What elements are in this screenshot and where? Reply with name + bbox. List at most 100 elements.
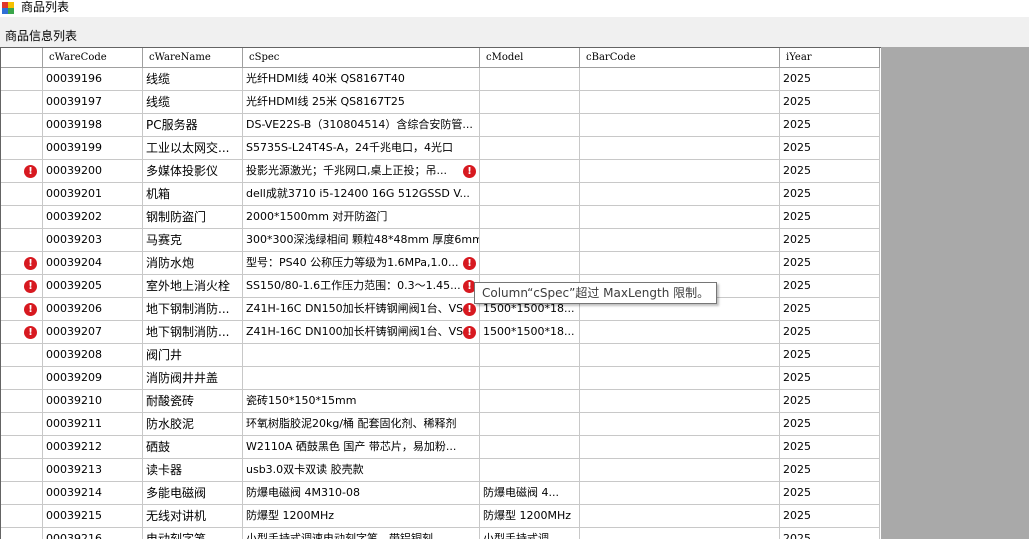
cell-cwarecode[interactable]: 00039196 — [43, 68, 143, 91]
table-row[interactable]: 00039210 耐酸瓷砖 瓷砖150*150*15mm 2025 — [1, 390, 881, 413]
row-header[interactable] — [1, 413, 43, 436]
cell-cspec[interactable]: 瓷砖150*150*15mm — [243, 390, 480, 413]
table-row[interactable]: 00039199 工业以太网交... S5735S-L24T4S-A，24千兆电口，… — [1, 137, 881, 160]
table-row[interactable]: 00039196 线缆 光纤HDMI线 40米 QS8167T40 2025 — [1, 68, 881, 91]
table-row[interactable]: 00039202 钢制防盗门 2000*1500mm 对开防盗门 2025 — [1, 206, 881, 229]
row-header-corner[interactable] — [1, 48, 43, 68]
cell-cspec[interactable]: SS150/80-1.6工作压力范围：0.3～1.45...! — [243, 275, 480, 298]
cell-error-icon[interactable]: ! — [463, 303, 476, 316]
cell-cwarecode[interactable]: 00039207 — [43, 321, 143, 344]
cell-cwarecode[interactable]: 00039203 — [43, 229, 143, 252]
cell-cmodel[interactable] — [480, 183, 580, 206]
cell-cwarecode[interactable]: 00039204 — [43, 252, 143, 275]
cell-cspec[interactable]: usb3.0双卡双读 胶壳款 — [243, 459, 480, 482]
cell-cbarcode[interactable] — [580, 183, 780, 206]
table-row[interactable]: ! 00039204 消防水炮 型号：PS40 公称压力等级为1.6MPa,1.0..… — [1, 252, 881, 275]
cell-cmodel[interactable] — [480, 68, 580, 91]
cell-cmodel[interactable]: 小型手持式调... — [480, 528, 580, 539]
cell-cwarename[interactable]: 多能电磁阀 — [143, 482, 243, 505]
cell-cwarecode[interactable]: 00039208 — [43, 344, 143, 367]
cell-iyear[interactable]: 2025 — [780, 298, 880, 321]
row-header[interactable] — [1, 528, 43, 539]
cell-cwarename[interactable]: 消防阀井井盖 — [143, 367, 243, 390]
cell-cbarcode[interactable] — [580, 436, 780, 459]
cell-cbarcode[interactable] — [580, 91, 780, 114]
row-error-icon[interactable]: ! — [24, 165, 37, 178]
cell-cwarecode[interactable]: 00039212 — [43, 436, 143, 459]
table-row[interactable]: ! 00039206 地下钢制消防... Z41H-16C DN150加长杆铸钢闸阀1… — [1, 298, 881, 321]
row-error-icon[interactable]: ! — [24, 257, 37, 270]
cell-cspec[interactable]: 小型手持式调速电动刻字笔，带铝铜刻... — [243, 528, 480, 539]
cell-cspec[interactable]: 环氧树脂胶泥20kg/桶 配套固化剂、稀释剂 — [243, 413, 480, 436]
table-row[interactable]: 00039211 防水胶泥 环氧树脂胶泥20kg/桶 配套固化剂、稀释剂 2025 — [1, 413, 881, 436]
cell-iyear[interactable]: 2025 — [780, 436, 880, 459]
row-header[interactable]: ! — [1, 252, 43, 275]
row-header[interactable] — [1, 505, 43, 528]
cell-iyear[interactable]: 2025 — [780, 114, 880, 137]
cell-cwarename[interactable]: 马赛克 — [143, 229, 243, 252]
row-header[interactable] — [1, 91, 43, 114]
table-row[interactable]: 00039208 阀门井 2025 — [1, 344, 881, 367]
cell-cbarcode[interactable] — [580, 459, 780, 482]
cell-cwarename[interactable]: 工业以太网交... — [143, 137, 243, 160]
cell-cbarcode[interactable] — [580, 114, 780, 137]
cell-iyear[interactable]: 2025 — [780, 206, 880, 229]
cell-cspec[interactable]: W2110A 硒鼓黑色 国产 带芯片，易加粉... — [243, 436, 480, 459]
cell-cwarename[interactable]: 耐酸瓷砖 — [143, 390, 243, 413]
column-header-iyear[interactable]: iYear — [780, 48, 880, 68]
cell-cbarcode[interactable] — [580, 390, 780, 413]
cell-cbarcode[interactable] — [580, 505, 780, 528]
cell-iyear[interactable]: 2025 — [780, 505, 880, 528]
row-header[interactable] — [1, 344, 43, 367]
table-row[interactable]: 00039213 读卡器 usb3.0双卡双读 胶壳款 2025 — [1, 459, 881, 482]
cell-cwarename[interactable]: 读卡器 — [143, 459, 243, 482]
table-row[interactable]: ! 00039205 室外地上消火栓 SS150/80-1.6工作压力范围：0.3～1… — [1, 275, 881, 298]
cell-cbarcode[interactable] — [580, 321, 780, 344]
cell-cbarcode[interactable] — [580, 528, 780, 539]
cell-cwarecode[interactable]: 00039216 — [43, 528, 143, 539]
table-row[interactable]: 00039212 硒鼓 W2110A 硒鼓黑色 国产 带芯片，易加粉... 2025 — [1, 436, 881, 459]
cell-cbarcode[interactable] — [580, 252, 780, 275]
cell-cwarecode[interactable]: 00039198 — [43, 114, 143, 137]
row-header[interactable]: ! — [1, 298, 43, 321]
cell-cspec[interactable]: 型号：PS40 公称压力等级为1.6MPa,1.0...! — [243, 252, 480, 275]
column-header-cbarcode[interactable]: cBarCode — [580, 48, 780, 68]
cell-iyear[interactable]: 2025 — [780, 137, 880, 160]
cell-cmodel[interactable] — [480, 229, 580, 252]
cell-cwarecode[interactable]: 00039201 — [43, 183, 143, 206]
row-header[interactable] — [1, 137, 43, 160]
cell-cbarcode[interactable] — [580, 229, 780, 252]
table-row[interactable]: 00039209 消防阀井井盖 2025 — [1, 367, 881, 390]
cell-cspec[interactable]: dell成就3710 i5-12400 16G 512GSSD V... — [243, 183, 480, 206]
column-header-cwarecode[interactable]: cWareCode — [43, 48, 143, 68]
cell-cspec[interactable]: 防爆型 1200MHz — [243, 505, 480, 528]
row-header[interactable] — [1, 367, 43, 390]
cell-cspec[interactable]: Z41H-16C DN150加长杆铸钢闸阀1台、VS...! — [243, 298, 480, 321]
cell-cmodel[interactable] — [480, 160, 580, 183]
row-header[interactable]: ! — [1, 275, 43, 298]
cell-cmodel[interactable] — [480, 459, 580, 482]
row-header[interactable] — [1, 68, 43, 91]
cell-cspec[interactable]: S5735S-L24T4S-A，24千兆电口，4光口 — [243, 137, 480, 160]
cell-cwarename[interactable]: 无线对讲机 — [143, 505, 243, 528]
cell-cmodel[interactable] — [480, 344, 580, 367]
cell-cwarename[interactable]: 地下钢制消防... — [143, 298, 243, 321]
row-header[interactable]: ! — [1, 160, 43, 183]
cell-cwarecode[interactable]: 00039202 — [43, 206, 143, 229]
row-error-icon[interactable]: ! — [24, 326, 37, 339]
row-header[interactable] — [1, 183, 43, 206]
row-header[interactable] — [1, 390, 43, 413]
row-error-icon[interactable]: ! — [24, 303, 37, 316]
cell-error-icon[interactable]: ! — [463, 326, 476, 339]
cell-iyear[interactable]: 2025 — [780, 390, 880, 413]
cell-iyear[interactable]: 2025 — [780, 91, 880, 114]
cell-cbarcode[interactable] — [580, 206, 780, 229]
cell-cwarecode[interactable]: 00039214 — [43, 482, 143, 505]
column-header-cwarename[interactable]: cWareName — [143, 48, 243, 68]
table-row[interactable]: ! 00039207 地下钢制消防... Z41H-16C DN100加长杆铸钢闸阀1… — [1, 321, 881, 344]
row-header[interactable] — [1, 206, 43, 229]
cell-cwarename[interactable]: 多媒体投影仪 — [143, 160, 243, 183]
cell-cbarcode[interactable] — [580, 137, 780, 160]
cell-cspec[interactable]: DS-VE22S-B（310804514）含综合安防管... — [243, 114, 480, 137]
table-row[interactable]: 00039215 无线对讲机 防爆型 1200MHz 防爆型 1200MHz 2025 — [1, 505, 881, 528]
